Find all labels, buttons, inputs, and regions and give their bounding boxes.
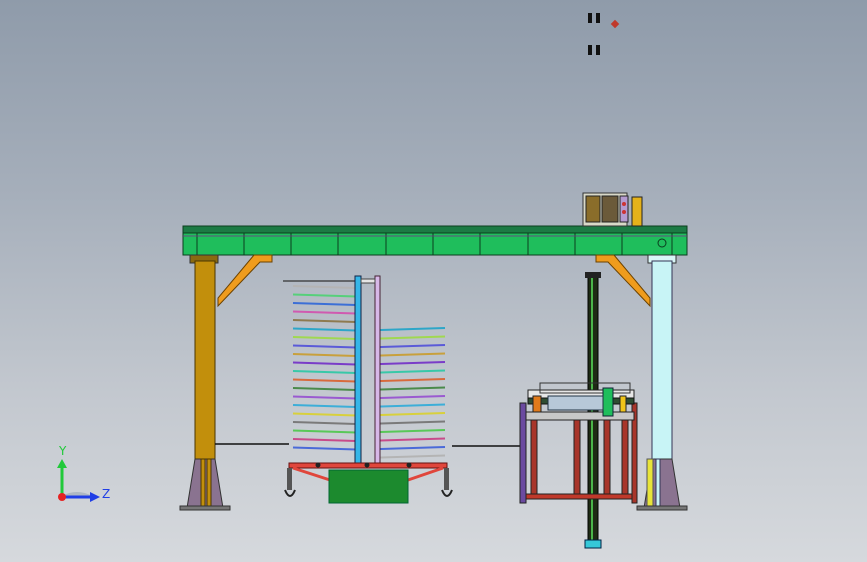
rack-bar-left bbox=[292, 446, 357, 451]
rack-bar-right bbox=[379, 446, 446, 450]
rack-bar-left bbox=[292, 370, 357, 374]
cad-viewport[interactable]: Y Z bbox=[0, 0, 867, 562]
rack-bar-left bbox=[292, 319, 357, 323]
floor-lines bbox=[215, 443, 522, 447]
rack-bar-left bbox=[292, 327, 357, 332]
work-table bbox=[519, 382, 638, 504]
rack-bar-left bbox=[292, 361, 357, 366]
rack-bar-right bbox=[379, 327, 446, 331]
rack-bar-right bbox=[379, 454, 446, 459]
rack-bar-left bbox=[292, 285, 357, 289]
rack-bar-right bbox=[379, 361, 446, 365]
rack-bar-right bbox=[379, 335, 446, 340]
rack bbox=[292, 285, 446, 459]
rack-bar-right bbox=[379, 378, 446, 382]
gantry-model: Y Z bbox=[57, 13, 688, 549]
rack-bar-right bbox=[379, 420, 446, 425]
rack-bar-left bbox=[292, 336, 357, 340]
rack-bar-left bbox=[292, 429, 357, 434]
rack-bar-right bbox=[379, 352, 446, 357]
rack-bar-left bbox=[292, 293, 357, 298]
z-axis-label: Z bbox=[102, 487, 110, 501]
rack-bar-right bbox=[379, 412, 446, 416]
y-axis-label: Y bbox=[58, 444, 67, 458]
rack-bar-left bbox=[292, 344, 357, 349]
cart bbox=[284, 462, 453, 504]
crossbeam bbox=[182, 225, 688, 256]
trolley bbox=[582, 192, 643, 227]
rack-bar-right bbox=[379, 403, 446, 408]
rack-bar-left bbox=[292, 353, 357, 357]
rack-bar-right bbox=[379, 369, 446, 374]
rack-bar-right bbox=[379, 344, 446, 348]
coordinate-triad: Y Z bbox=[57, 444, 110, 502]
floating-parts bbox=[588, 13, 620, 55]
rack-bar-left bbox=[292, 404, 357, 408]
rack-bar-right bbox=[379, 429, 446, 433]
rack-bar-left bbox=[292, 310, 357, 315]
rack-bar-left bbox=[292, 395, 357, 400]
rack-bar-left bbox=[292, 438, 357, 442]
rack-bar-right bbox=[379, 437, 446, 442]
rack-bar-left bbox=[292, 421, 357, 425]
origin-marker bbox=[58, 493, 66, 501]
rack-bar-right bbox=[379, 386, 446, 391]
braces bbox=[217, 254, 651, 308]
rack-bar-left bbox=[292, 412, 357, 417]
rack-bar-left bbox=[292, 378, 357, 383]
z-axis-arrow bbox=[90, 492, 100, 502]
rack-bar-left bbox=[292, 302, 357, 306]
rack-bar-right bbox=[379, 395, 446, 399]
y-axis-arrow bbox=[57, 459, 67, 468]
rack-bar-left bbox=[292, 387, 357, 391]
